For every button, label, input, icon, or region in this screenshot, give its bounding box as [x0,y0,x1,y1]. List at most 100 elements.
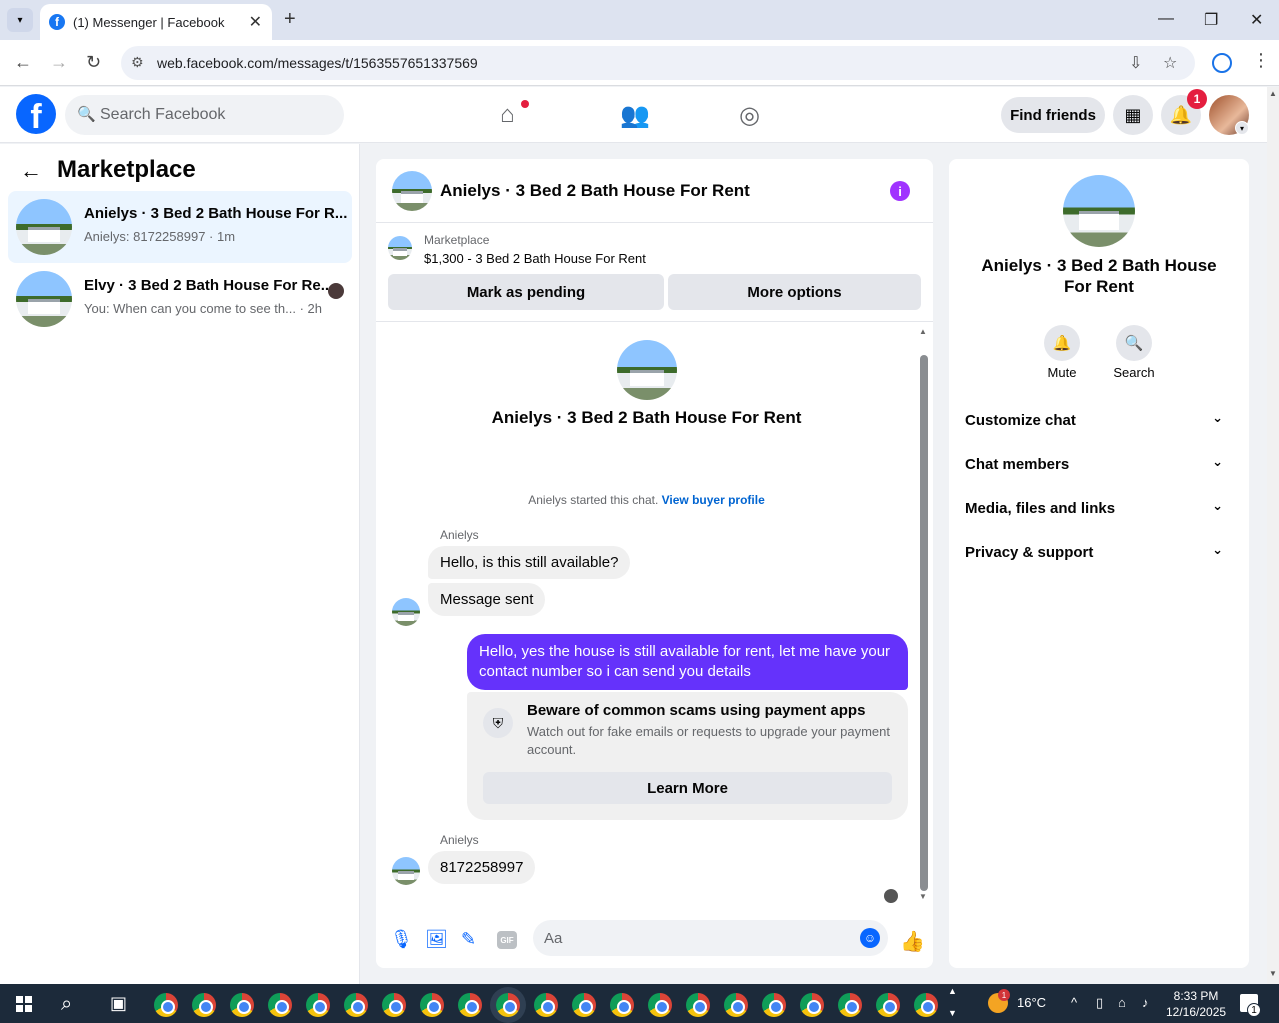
microphone-icon[interactable]: 🎙 [390,929,413,950]
forward-arrow-icon[interactable]: → [50,52,68,73]
home-icon[interactable]: ⌂ [500,101,515,129]
learn-more-button[interactable]: Learn More [483,772,892,804]
chrome-taskbar-icon[interactable] [762,993,786,1017]
sender-name: Anielys [440,528,479,542]
back-arrow-icon[interactable]: ← [20,158,42,184]
chat-thumbnail[interactable] [392,171,432,211]
windows-taskbar: ⌕ ▣ ▲ ▼ 1 16°C ^ ▯ ⌂ ♪ 8:33 PM 12/16/202… [0,984,1279,1023]
scroll-down-icon[interactable]: ▼ [1269,969,1277,978]
sender-avatar[interactable] [392,857,420,885]
network-icon[interactable]: ⌂ [1118,995,1126,1010]
chrome-taskbar-icon[interactable] [230,993,254,1017]
scroll-up-icon[interactable]: ▲ [1269,89,1277,98]
chat-title[interactable]: Anielys · 3 Bed 2 Bath House For Rent [440,181,750,201]
photo-icon[interactable]: 🖼 [425,929,448,950]
scroll-thumb[interactable] [920,355,928,891]
chat-members-section[interactable]: Chat members ⌄ [965,454,1233,480]
chrome-taskbar-icon[interactable] [876,993,900,1017]
site-info-icon[interactable]: ⚙ [131,54,144,71]
find-friends-button[interactable]: Find friends [1001,97,1105,133]
details-thumbnail[interactable] [1063,175,1135,247]
tab-close-icon[interactable]: ✕ [249,12,262,32]
show-hidden-icons-chevron-icon[interactable]: ^ [1071,995,1077,1010]
info-icon[interactable]: i [890,181,910,201]
conversation-item-anielys[interactable]: Anielys · 3 Bed 2 Bath House For R... An… [8,191,352,263]
listing-price-title[interactable]: $1,300 - 3 Bed 2 Bath House For Rent [424,251,646,266]
volume-icon[interactable]: ♪ [1142,995,1149,1010]
view-buyer-profile-link[interactable]: View buyer profile [662,493,765,507]
facebook-search-input[interactable]: 🔍 Search Facebook [65,95,344,135]
gif-icon[interactable]: GIF [497,931,517,949]
sender-avatar[interactable] [392,598,420,626]
chrome-taskbar-icon[interactable] [838,993,862,1017]
chrome-taskbar-icon[interactable] [914,993,938,1017]
message-bubble[interactable]: Message sent [428,583,546,616]
chrome-taskbar-icon[interactable] [610,993,634,1017]
chrome-taskbar-icon[interactable] [344,993,368,1017]
scroll-up-icon[interactable]: ▲ [919,327,927,336]
tab-title: (1) Messenger | Facebook [73,14,225,30]
media-files-links-section[interactable]: Media, files and links ⌄ [965,498,1233,524]
chat-scrollbar[interactable]: ▲ ▼ [917,327,929,901]
device-icon[interactable]: ▯ [1096,995,1103,1011]
reload-icon[interactable]: ↻ [86,52,101,73]
friends-icon[interactable]: 👥 [620,101,650,130]
mute-bell-icon[interactable]: 🔔 [1044,325,1080,361]
search-icon[interactable]: 🔍 [1116,325,1152,361]
browser-menu-icon[interactable]: ⋮ [1252,50,1270,71]
chrome-taskbar-icon[interactable] [382,993,406,1017]
listing-thumbnail[interactable] [388,236,412,260]
chrome-taskbar-icon[interactable] [724,993,748,1017]
chrome-taskbar-icon[interactable] [534,993,558,1017]
message-input[interactable]: Aa ☺ [533,920,888,956]
mark-as-pending-button[interactable]: Mark as pending [388,274,664,310]
taskbar-scroll-down-icon[interactable]: ▼ [948,1008,957,1018]
chrome-taskbar-icon[interactable] [420,993,444,1017]
temperature[interactable]: 16°C [1017,995,1046,1010]
chrome-taskbar-icon[interactable] [800,993,824,1017]
thumbs-up-icon[interactable]: 👍 [900,929,925,954]
url-input[interactable]: ⚙ web.facebook.com/messages/t/1563557651… [121,46,1195,80]
chrome-taskbar-icon[interactable] [496,993,520,1017]
chrome-taskbar-icon[interactable] [686,993,710,1017]
chrome-taskbar-icon[interactable] [268,993,292,1017]
chrome-taskbar-icon[interactable] [154,993,178,1017]
customize-chat-section[interactable]: Customize chat ⌄ [965,410,1233,436]
tab-search-chevron-icon[interactable]: ▾ [7,8,33,32]
chrome-taskbar-icon[interactable] [192,993,216,1017]
search-icon[interactable]: ⌕ [61,993,72,1016]
message-bubble[interactable]: 8172258997 [428,851,536,884]
groups-icon[interactable]: ◎ [739,101,760,130]
minimize-icon[interactable]: — [1158,10,1174,28]
window-close-icon[interactable]: ✕ [1250,10,1263,30]
chrome-taskbar-icon[interactable] [648,993,672,1017]
message-composer: 🎙 🖼 ✎ GIF Aa ☺ 👍 [376,913,933,968]
back-arrow-icon[interactable]: ← [14,52,32,73]
taskbar-scroll-up-icon[interactable]: ▲ [948,986,957,996]
more-options-button[interactable]: More options [668,274,921,310]
taskbar-clock[interactable]: 8:33 PM 12/16/2025 [1166,988,1226,1020]
menu-grid-icon[interactable]: ▦ [1113,95,1153,135]
notification-center-badge: 1 [1247,1003,1261,1017]
chrome-taskbar-icon[interactable] [572,993,596,1017]
windows-start-icon[interactable] [16,996,32,1012]
task-view-icon[interactable]: ▣ [110,993,127,1014]
account-chevron-down-icon[interactable]: ▾ [1235,121,1249,135]
sticker-icon[interactable]: ✎ [461,929,476,950]
new-tab-icon[interactable]: + [284,8,296,31]
page-scrollbar[interactable]: ▲ ▼ [1267,87,1279,984]
install-app-icon[interactable]: ⇩ [1129,53,1142,73]
scroll-down-icon[interactable]: ▼ [919,892,927,901]
browser-tab[interactable]: f (1) Messenger | Facebook ✕ [40,4,272,40]
emoji-icon[interactable]: ☺ [860,928,880,948]
chrome-taskbar-icon[interactable] [458,993,482,1017]
browser-profile-icon[interactable] [1212,53,1232,73]
outgoing-message-bubble[interactable]: Hello, yes the house is still available … [467,634,908,690]
chrome-taskbar-icon[interactable] [306,993,330,1017]
conversation-item-elvy[interactable]: Elvy · 3 Bed 2 Bath House For Re... You:… [8,263,352,335]
privacy-support-section[interactable]: Privacy & support ⌄ [965,542,1233,568]
bookmark-star-icon[interactable]: ☆ [1163,53,1177,73]
restore-icon[interactable]: ❐ [1204,10,1218,30]
message-bubble[interactable]: Hello, is this still available? [428,546,631,579]
facebook-logo-icon[interactable]: f [16,94,56,134]
